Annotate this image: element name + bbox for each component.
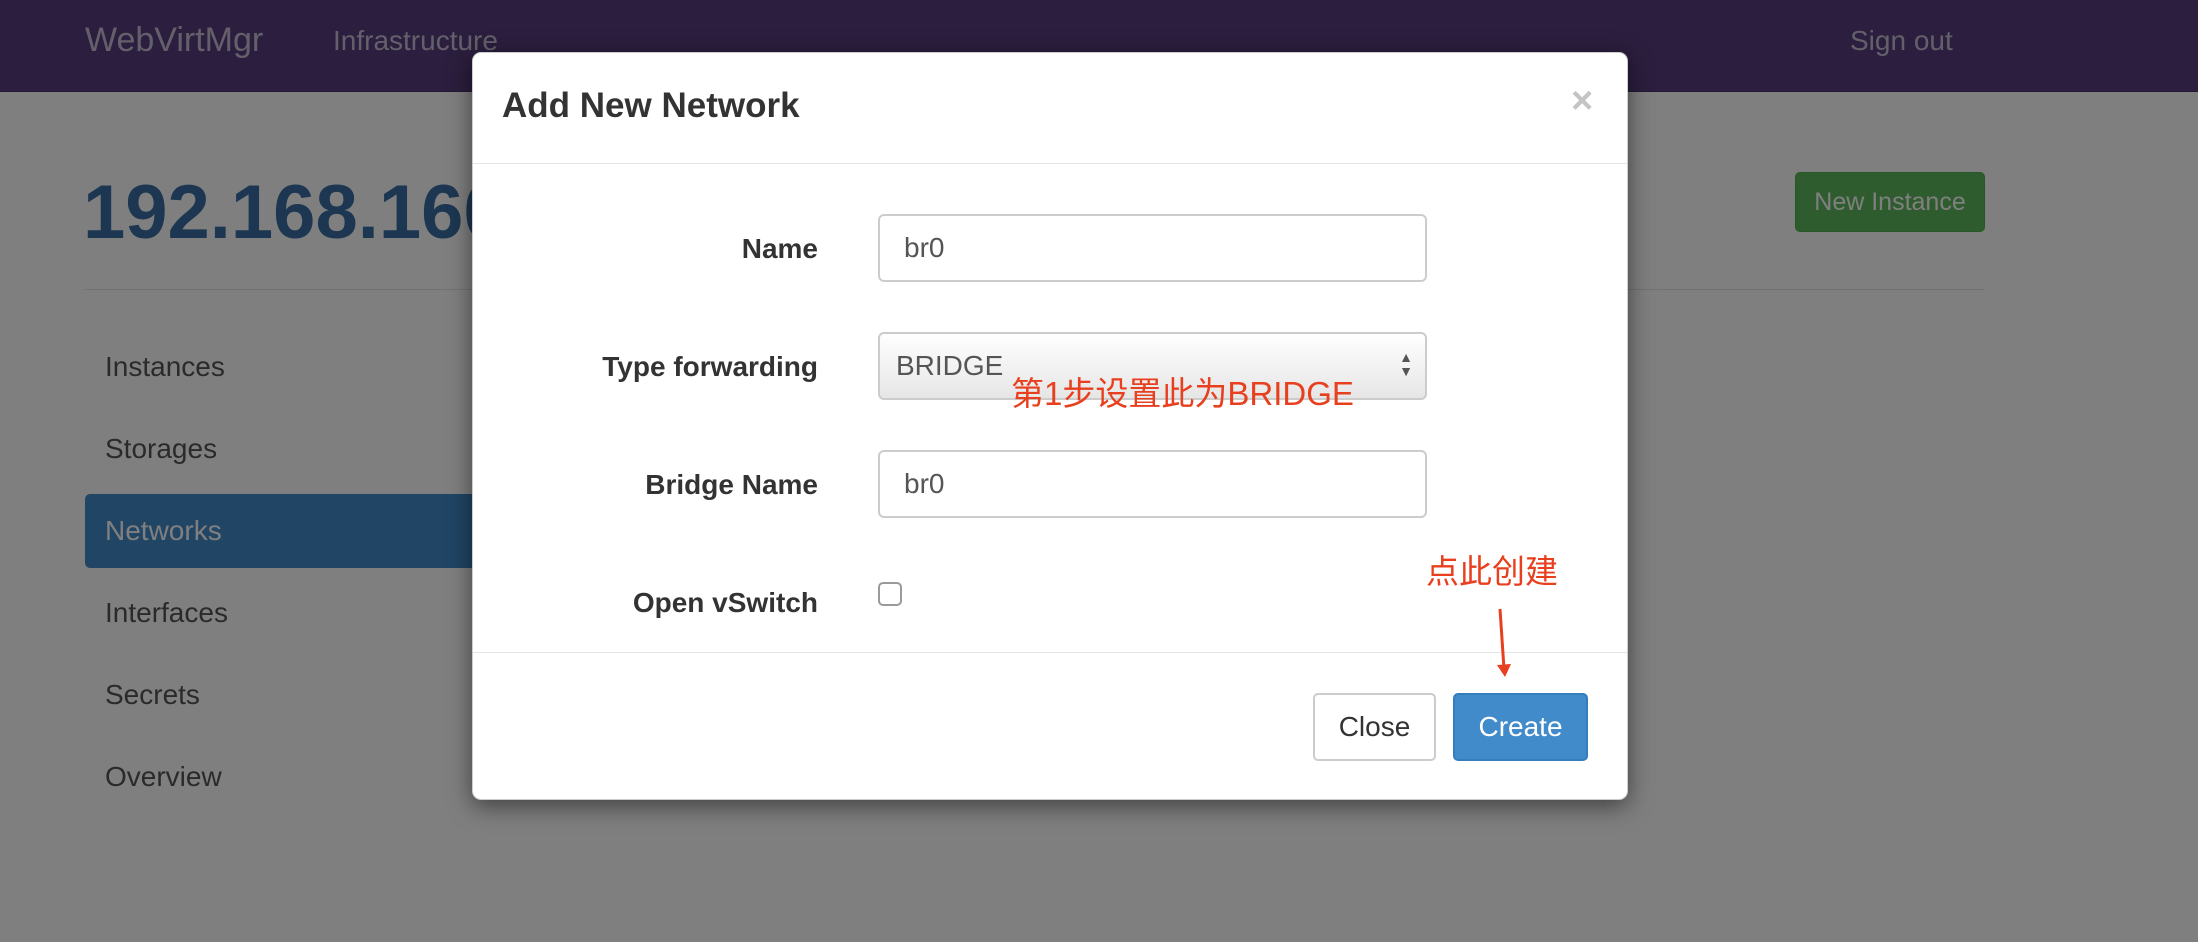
annotation-arrow-icon <box>1497 608 1511 677</box>
add-network-modal: Add New Network × Name Type forwarding B… <box>472 52 1628 800</box>
